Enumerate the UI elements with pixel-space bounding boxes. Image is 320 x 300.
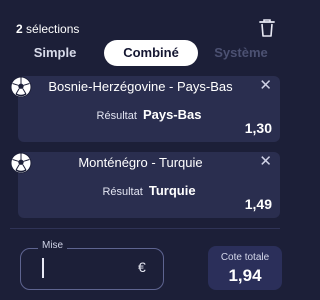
trash-icon[interactable] [258, 18, 276, 38]
stake-label: Mise [38, 240, 68, 251]
total-odds-box: Cote totale 1,94 [208, 246, 282, 290]
betslip-header: 2 sélections [16, 18, 280, 42]
match-name: Monténégro - Turquie [78, 155, 203, 170]
total-odds-label: Cote totale [220, 252, 270, 263]
selection-card: Monténégro - Turquie ✕ Résultat Turquie … [10, 152, 280, 218]
match-name: Bosnie-Herzégovine - Pays-Bas [48, 79, 233, 94]
selection-pick: Turquie [148, 183, 196, 198]
selection-odd: 1,30 [244, 120, 272, 136]
bet-type-tabs: Simple Combiné Système [10, 40, 280, 66]
close-icon[interactable]: ✕ [259, 78, 272, 94]
selection-result: Résultat Pays-Bas [96, 107, 202, 122]
selection-count: 2 sélections [16, 22, 80, 36]
text-cursor [42, 258, 44, 278]
currency-symbol: € [138, 259, 146, 275]
selection-result: Résultat Turquie [102, 183, 196, 198]
divider [10, 228, 280, 229]
tab-combine[interactable]: Combiné [104, 40, 198, 66]
tab-systeme[interactable]: Système [202, 40, 280, 66]
close-icon[interactable]: ✕ [259, 154, 272, 170]
stake-input[interactable] [46, 258, 126, 278]
total-odds-value: 1,94 [228, 266, 262, 285]
selection-card: Bosnie-Herzégovine - Pays-Bas ✕ Résultat… [10, 76, 280, 142]
tab-simple[interactable]: Simple [10, 40, 100, 66]
selection-odd: 1,49 [244, 196, 272, 212]
selection-pick: Pays-Bas [142, 107, 202, 122]
